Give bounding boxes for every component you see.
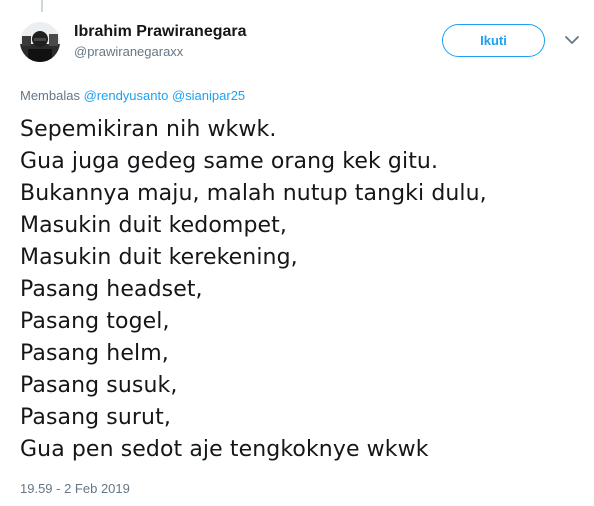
tweet-text-line: Pasang susuk, <box>20 373 178 398</box>
chevron-down-icon[interactable] <box>564 34 580 46</box>
follow-button[interactable]: Ikuti <box>442 24 545 57</box>
user-avatar[interactable] <box>20 22 60 62</box>
mention-link-sianipar25[interactable]: @sianipar25 <box>172 88 245 103</box>
tweet-text-line: Masukin duit kerekening, <box>20 245 298 270</box>
tweet-text-line: Sepemikiran nih wkwk. <box>20 117 277 142</box>
author-screen-name[interactable]: @prawiranegaraxx <box>74 43 247 61</box>
user-info[interactable]: Ibrahim Prawiranegara @prawiranegaraxx <box>74 22 247 61</box>
tweet-text-line: Gua pen sedot aje tengkoknye wkwk <box>20 437 429 462</box>
tweet-text-line: Gua juga gedeg same orang kek gitu. <box>20 149 439 174</box>
tweet-timestamp[interactable]: 19.59 - 2 Feb 2019 <box>20 481 130 497</box>
reply-context: Membalas @rendyusanto @sianipar25 <box>20 88 245 104</box>
tweet-text-line: Pasang headset, <box>20 277 203 302</box>
thread-connector-line <box>41 0 43 12</box>
mention-link-rendyusanto[interactable]: @rendyusanto <box>84 88 169 103</box>
tweet-text-line: Bukannya maju, malah nutup tangki dulu, <box>20 181 487 206</box>
tweet-text-line: Pasang togel, <box>20 309 170 334</box>
tweet-text-line: Masukin duit kedompet, <box>20 213 287 238</box>
reply-prefix: Membalas <box>20 88 80 103</box>
user-avatar-photo <box>20 22 60 62</box>
author-display-name[interactable]: Ibrahim Prawiranegara <box>74 22 247 42</box>
tweet-text: Sepemikiran nih wkwk. Gua juga gedeg sam… <box>20 114 580 466</box>
tweet-text-line: Pasang helm, <box>20 341 169 366</box>
tweet-header: Ibrahim Prawiranegara @prawiranegaraxx I… <box>20 20 580 66</box>
tweet-text-line: Pasang surut, <box>20 405 171 430</box>
